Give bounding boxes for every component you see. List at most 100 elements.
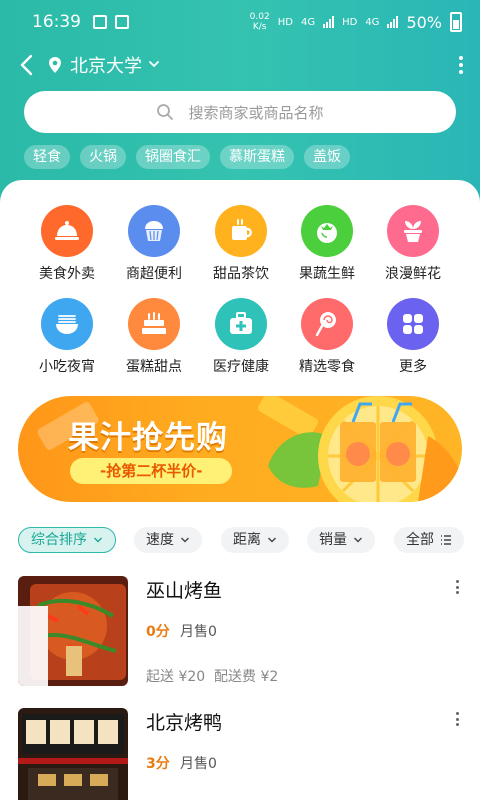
net-speed-value: 0.02 [249,12,270,22]
speed-filter-button[interactable]: 速度 [134,527,202,553]
category-icon-bg [215,205,267,257]
banner-subtitle: -抢第二杯半价- [70,458,233,484]
list-filter-icon [441,535,451,545]
store-more-icon[interactable] [456,580,460,594]
category-food-delivery[interactable]: 美食外卖 [24,205,110,283]
store-name: 巫山烤鱼 [146,580,223,602]
quick-tags: 轻食 火锅 锅圈食汇 慕斯蛋糕 盖饭 [24,145,350,169]
category-icon-bg [41,205,93,257]
battery-icon [450,12,462,32]
store-monthly-sales: 月售0 [180,756,217,772]
promo-banner[interactable]: 果汁抢先购 -抢第二杯半价- [18,396,462,502]
all-filter-button[interactable]: 全部 [394,527,464,553]
net-speed: 0.02 K/s [250,12,270,32]
location-pin-icon [49,57,61,73]
category-cake[interactable]: 蛋糕甜点 [111,298,197,376]
back-arrow-icon[interactable] [16,53,38,77]
category-label: 美食外卖 [39,266,95,282]
status-bar: 16:39 0.02 K/s HD 4G HD 4G 50% [0,0,480,44]
category-icon-bg [128,205,180,257]
category-icon-bg [128,298,180,350]
network-label: 4G [300,16,316,28]
store-more-icon[interactable] [456,712,460,726]
location-label[interactable]: 北京大学 [70,52,142,78]
distance-filter-button[interactable]: 距离 [221,527,289,553]
category-snacks-night[interactable]: 小吃夜宵 [24,298,110,376]
store-image [18,576,128,686]
banner-title: 果汁抢先购 [68,420,228,456]
search-placeholder: 搜索商家或商品名称 [188,103,324,122]
store-monthly-sales: 月售0 [180,624,217,640]
noodle-bowl-icon [56,315,78,334]
store-image [18,708,128,800]
juice-illustration [268,396,462,502]
category-selected-snacks[interactable]: 精选零食 [284,298,370,376]
filter-bar: 综合排序 速度 距离 销量 全部 [18,527,464,553]
quick-tag[interactable]: 慕斯蛋糕 [220,145,294,169]
chevron-down-icon [94,537,102,543]
store-rating: 3分 [146,756,170,772]
category-medical[interactable]: 医疗健康 [198,298,284,376]
store-min-order: 起送 ¥20 [146,669,206,685]
category-label: 精选零食 [299,359,355,375]
tomato-icon [317,223,337,243]
signal-icon-2 [387,16,399,28]
sales-filter-button[interactable]: 销量 [307,527,375,553]
signal-icon [323,16,335,28]
store-name: 北京烤鸭 [146,712,223,734]
lollipop-icon [315,312,336,337]
filter-label: 速度 [146,532,174,548]
quick-tag[interactable]: 锅圈食汇 [136,145,210,169]
filter-label: 全部 [406,532,434,548]
category-icon-bg [387,205,439,257]
quick-tag[interactable]: 火锅 [80,145,126,169]
category-label: 小吃夜宵 [39,359,95,375]
category-label: 更多 [399,359,427,375]
filter-label: 距离 [233,532,261,548]
gallery-notification-icon [93,15,107,29]
category-desserts-drinks[interactable]: 甜品茶饮 [198,205,284,283]
net-speed-unit: K/s [252,22,267,32]
hd-label-2: HD [342,16,358,28]
flower-pot-icon [404,221,422,242]
hd-label: HD [277,16,293,28]
medkit-icon [230,312,252,334]
category-icon-bg [301,205,353,257]
category-fresh-produce[interactable]: 果蔬生鲜 [284,205,370,283]
status-time: 16:39 [32,12,81,32]
location-bar: 北京大学 [0,48,480,82]
category-label: 蛋糕甜点 [126,359,182,375]
battery-percent: 50% [406,12,442,32]
quick-tag[interactable]: 轻食 [24,145,70,169]
filter-label: 综合排序 [31,532,87,548]
network-label-2: 4G [365,16,380,28]
more-options-icon[interactable] [458,56,464,74]
chevron-down-icon [268,537,276,543]
chevron-down-icon[interactable] [148,58,160,70]
category-icon-bg [215,298,267,350]
search-bar[interactable]: 搜索商家或商品名称 [24,91,456,133]
store-rating: 0分 [146,624,170,640]
category-supermarket[interactable]: 商超便利 [111,205,197,283]
quick-tag[interactable]: 盖饭 [304,145,350,169]
store-delivery-fee: 配送费 ¥2 [214,669,279,685]
category-label: 果蔬生鲜 [299,266,355,282]
category-label: 商超便利 [126,266,182,282]
category-icon-bg [41,298,93,350]
chevron-down-icon [181,537,189,543]
category-more[interactable]: 更多 [370,298,456,376]
chevron-down-icon [354,537,362,543]
search-icon [157,104,174,120]
category-label: 医疗健康 [213,359,269,375]
store-card[interactable]: 巫山烤鱼 0分 月售0 起送 ¥20 配送费 ¥2 [18,576,462,688]
category-label: 甜品茶饮 [213,266,269,282]
sort-filter-button[interactable]: 综合排序 [18,527,116,553]
category-flowers[interactable]: 浪漫鲜花 [370,205,456,283]
cloche-icon [55,221,79,240]
filter-label: 销量 [319,532,347,548]
category-label: 浪漫鲜花 [385,266,441,282]
cake-icon [142,312,166,334]
app-notification-icon [115,15,129,29]
store-card[interactable]: 北京烤鸭 3分 月售0 [18,708,462,800]
grid-icon [403,314,423,334]
